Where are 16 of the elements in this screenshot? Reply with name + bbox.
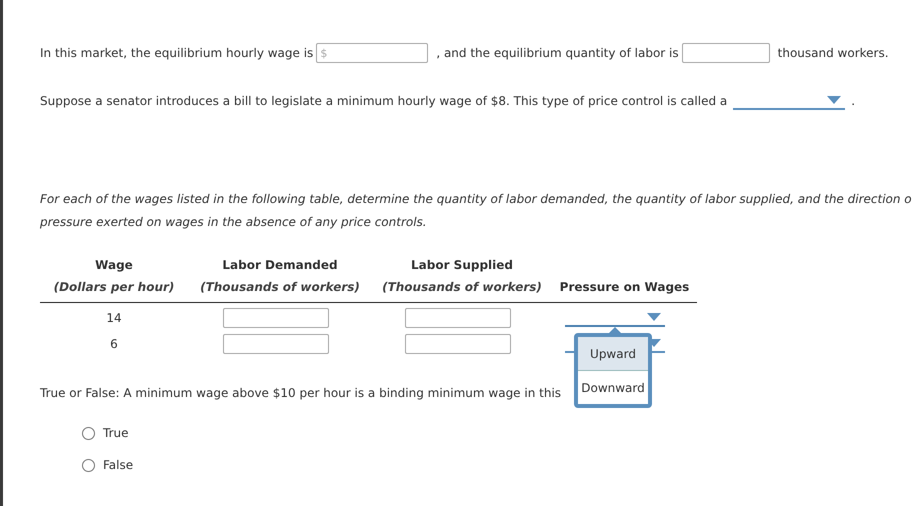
instruction-text: For each of the wages listed in the following table, determine the quantity of labor demanded, the quantity of labor supplied, and the direction o [40,191,913,208]
column-header: Pressure on Wages [552,254,697,303]
instruction-text: pressure exerted on wages in the absence of any price controls. [40,214,428,231]
wage-value: 14 [106,311,122,325]
choice-label: True [103,426,128,440]
choice-label: False [103,458,134,472]
column-header: Labor Demanded (Thousands of workers) [188,254,372,303]
question-text: True or False: A minimum wage above $10 per hour is a binding minimum wage in this [40,386,562,400]
wage-value: 6 [110,337,118,351]
question-text: Suppose a senator introduces a bill to legislate a minimum hourly wage of $8. This type of price control is called a [40,94,728,108]
question-text: thousand workers. [778,46,889,60]
question-text: In this market, the equilibrium hourly wage is [40,46,314,60]
question-text: , and the equilibrium quantity of labor is [436,46,679,60]
column-header: Labor Supplied (Thousands of workers) [372,254,552,303]
column-header: Wage (Dollars per hour) [40,254,188,303]
question-text: . [851,94,856,108]
